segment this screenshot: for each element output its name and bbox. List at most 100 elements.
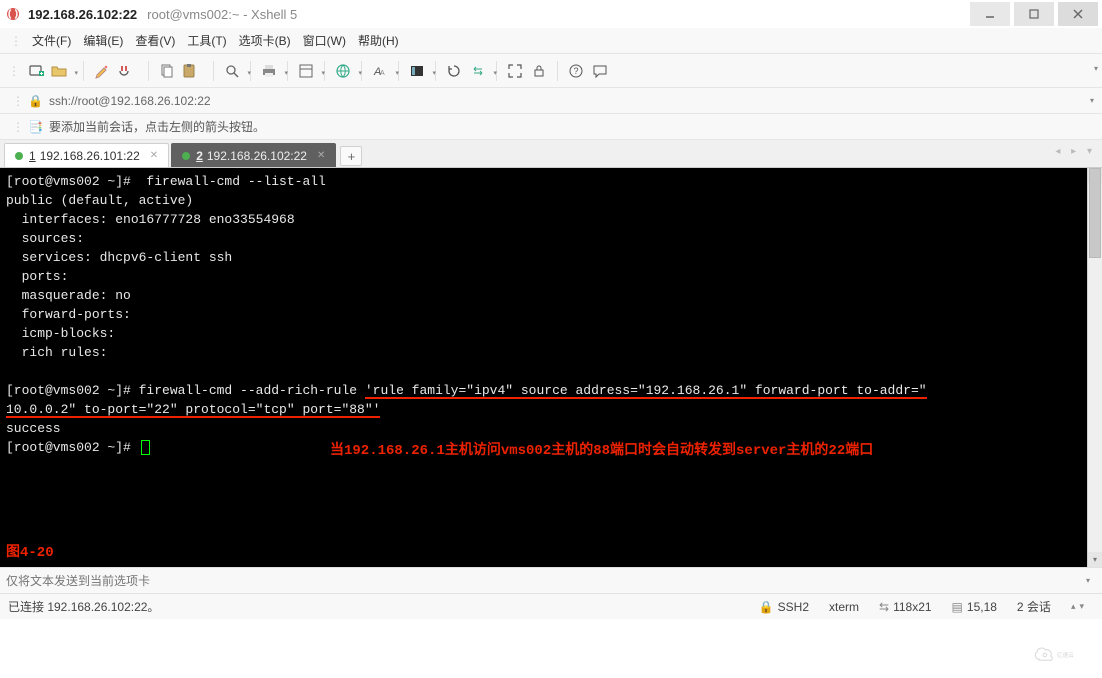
- toolbar-overflow[interactable]: ▾: [1094, 64, 1098, 73]
- sessions-down-icon[interactable]: ▾: [1079, 601, 1084, 612]
- menu-file[interactable]: 文件(F): [32, 32, 71, 49]
- paste-button[interactable]: [178, 60, 200, 82]
- watermark: 亿速云: [1032, 639, 1094, 672]
- tab-bar: 1 192.168.26.101:22 ✕ 2 192.168.26.102:2…: [0, 140, 1102, 168]
- status-pos: 15,18: [967, 600, 997, 614]
- terminal-line: public (default, active): [6, 193, 193, 208]
- svg-text:A: A: [380, 70, 385, 77]
- highlight-button[interactable]: [91, 60, 113, 82]
- terminal-line: forward-ports:: [6, 307, 131, 322]
- sessions-up-icon[interactable]: ▴: [1071, 601, 1076, 612]
- menu-view[interactable]: 查看(V): [135, 32, 175, 49]
- status-sessions: 2 会话: [1017, 598, 1051, 615]
- tab-number: 2: [196, 149, 203, 163]
- scroll-down-button[interactable]: ▾: [1088, 552, 1102, 567]
- lock-icon: 🔒: [28, 94, 43, 108]
- menu-edit[interactable]: 编辑(E): [83, 32, 123, 49]
- open-session-button[interactable]: ▾: [48, 60, 70, 82]
- tab-add-button[interactable]: +: [340, 146, 362, 166]
- figure-label: 图4-20: [6, 544, 54, 563]
- status-size: 118x21: [893, 600, 931, 614]
- terminal-line: [root@vms002 ~]# firewall-cmd --list-all: [6, 174, 326, 189]
- find-button[interactable]: ▾: [221, 60, 243, 82]
- terminal-area: [root@vms002 ~]# firewall-cmd --list-all…: [0, 168, 1102, 567]
- terminal-line: rich rules:: [6, 345, 107, 360]
- copy-button[interactable]: [156, 60, 178, 82]
- svg-text:?: ?: [574, 66, 579, 76]
- size-icon: ⇆: [879, 600, 889, 614]
- status-connected: 已连接 192.168.26.102:22。: [8, 598, 749, 615]
- lock-icon: 🔒: [759, 600, 774, 614]
- compose-bar: ▾: [0, 567, 1102, 593]
- font-button[interactable]: AA▾: [369, 60, 391, 82]
- terminal-line: interfaces: eno16777728 eno33554968: [6, 212, 295, 227]
- app-icon: [4, 5, 22, 23]
- terminal-line: masquerade: no: [6, 288, 131, 303]
- terminal-line: [root@vms002 ~]# firewall-cmd --add-rich…: [6, 383, 927, 398]
- tab-label: 192.168.26.102:22: [207, 149, 307, 163]
- status-bar: 已连接 192.168.26.102:22。 🔒 SSH2 xterm ⇆ 118x…: [0, 593, 1102, 619]
- address-bar: ⋮ 🔒 ssh://root@192.168.26.102:22 ▾: [0, 88, 1102, 114]
- grid-icon: ▤: [952, 600, 963, 614]
- address-url[interactable]: ssh://root@192.168.26.102:22: [49, 94, 211, 108]
- bookmark-icon[interactable]: 📑: [28, 120, 43, 134]
- status-dot-icon: [182, 152, 190, 160]
- color-scheme-button[interactable]: ▾: [406, 60, 428, 82]
- toolbar: ⋮ ▾ ▾ ▾ ▾ ▾ AA▾ ▾ ▾ ? ▾: [0, 54, 1102, 88]
- terminal-line: sources:: [6, 231, 84, 246]
- title-subtitle: root@vms002:~ - Xshell 5: [147, 7, 297, 22]
- status-proto: SSH2: [778, 600, 809, 614]
- terminal-line: [root@vms002 ~]#: [6, 440, 150, 455]
- menu-tools[interactable]: 工具(T): [187, 32, 226, 49]
- compose-input[interactable]: [6, 572, 1080, 590]
- status-dot-icon: [15, 152, 23, 160]
- tab-number: 1: [29, 149, 36, 163]
- menu-bar: ⋮ 文件(F) 编辑(E) 查看(V) 工具(T) 选项卡(B) 窗口(W) 帮…: [0, 28, 1102, 54]
- menu-tabs[interactable]: 选项卡(B): [239, 32, 291, 49]
- title-bar: 192.168.26.102:22 root@vms002:~ - Xshell…: [0, 0, 1102, 28]
- hint-bar: ⋮ 📑 要添加当前会话，点击左侧的箭头按钮。: [0, 114, 1102, 140]
- terminal[interactable]: [root@vms002 ~]# firewall-cmd --list-all…: [0, 168, 1087, 567]
- terminal-line: 10.0.0.2" to-port="22" protocol="tcp" po…: [6, 402, 380, 417]
- hint-text: 要添加当前会话，点击左侧的箭头按钮。: [49, 118, 265, 135]
- cursor: [141, 440, 150, 455]
- transfer-button[interactable]: ▾: [467, 60, 489, 82]
- tab-close-icon[interactable]: ✕: [317, 150, 325, 161]
- tab-close-icon[interactable]: ✕: [150, 150, 158, 161]
- terminal-line: icmp-blocks:: [6, 326, 115, 341]
- chat-button[interactable]: [589, 60, 611, 82]
- tab-scroll-arrows[interactable]: ◂ ▸ ▾: [1055, 146, 1096, 157]
- maximize-button[interactable]: [1014, 2, 1054, 26]
- compose-dropdown[interactable]: ▾: [1080, 576, 1096, 585]
- title-ip: 192.168.26.102:22: [28, 7, 137, 22]
- menu-grip: ⋮: [10, 34, 22, 48]
- tab-session-1[interactable]: 1 192.168.26.101:22 ✕: [4, 143, 169, 167]
- tab-session-2[interactable]: 2 192.168.26.102:22 ✕: [171, 143, 336, 167]
- close-button[interactable]: [1058, 2, 1098, 26]
- new-session-button[interactable]: [26, 60, 48, 82]
- lock-button[interactable]: [528, 60, 550, 82]
- properties-button[interactable]: ▾: [295, 60, 317, 82]
- menu-window[interactable]: 窗口(W): [303, 32, 346, 49]
- addr-grip: ⋮: [12, 94, 24, 108]
- terminal-line: success: [6, 421, 61, 436]
- refresh-button[interactable]: [443, 60, 465, 82]
- hint-grip: ⋮: [12, 120, 24, 134]
- terminal-line: services: dhcpv6-client ssh: [6, 250, 232, 265]
- annotation-text: 当192.168.26.1主机访问vms002主机的88端口时会自动转发到ser…: [330, 442, 873, 461]
- fullscreen-button[interactable]: [504, 60, 526, 82]
- print-button[interactable]: ▾: [258, 60, 280, 82]
- scroll-thumb[interactable]: [1089, 168, 1101, 258]
- minimize-button[interactable]: [970, 2, 1010, 26]
- globe-button[interactable]: ▾: [332, 60, 354, 82]
- menu-help[interactable]: 帮助(H): [358, 32, 399, 49]
- terminal-line: ports:: [6, 269, 68, 284]
- tab-label: 192.168.26.101:22: [40, 149, 140, 163]
- toolbar-grip: ⋮: [8, 64, 20, 78]
- help-button[interactable]: ?: [565, 60, 587, 82]
- status-term: xterm: [829, 600, 859, 614]
- watermark-text: 亿速云: [1057, 651, 1074, 659]
- scrollbar[interactable]: ▴ ▾: [1087, 168, 1102, 567]
- disconnect-button[interactable]: [113, 60, 135, 82]
- address-dropdown[interactable]: ▾: [1090, 96, 1094, 105]
